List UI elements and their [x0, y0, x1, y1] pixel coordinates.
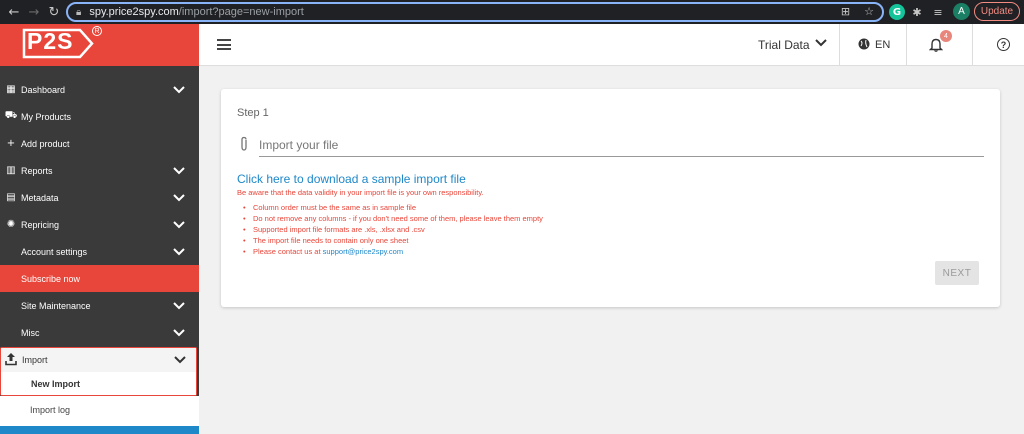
grammarly-extension-icon[interactable]: G	[889, 4, 905, 20]
lightbulb-icon: ✺	[6, 219, 16, 230]
step-label: Step 1	[237, 107, 269, 119]
plus-icon: +	[6, 138, 16, 149]
support-email-link[interactable]: support@price2spy.com	[323, 247, 403, 256]
validity-warning: Be aware that the data validity in your …	[237, 188, 484, 197]
update-button[interactable]: Update	[974, 2, 1020, 21]
logo-text: P2S	[27, 28, 74, 54]
star-icon[interactable]: ☆	[864, 5, 874, 18]
browser-toolbar: ← → ↻ 🔒︎ spy.price2spy.com/import?page=n…	[0, 0, 1024, 24]
sidebar-item-reports[interactable]: ▥ Reports	[0, 157, 199, 184]
url-host: spy.price2spy.com	[89, 6, 179, 18]
lock-icon: 🔒︎	[76, 6, 82, 18]
help-icon[interactable]: ?	[997, 38, 1010, 51]
chevron-down-icon[interactable]	[174, 356, 186, 364]
chevron-down-icon[interactable]	[173, 220, 185, 229]
reload-icon[interactable]: ↻	[44, 2, 64, 22]
paperclip-icon[interactable]	[239, 136, 249, 152]
chevron-down-icon[interactable]	[173, 328, 185, 337]
basket-icon: ⛟	[4, 110, 18, 121]
dashboard-icon: ▦	[6, 84, 16, 95]
sidebar-item-account-settings[interactable]: Account settings	[0, 238, 199, 265]
sidebar-item-label: Metadata	[21, 192, 59, 203]
sidebar-item-label: Site Maintenance	[21, 300, 91, 311]
reading-list-icon[interactable]: ≡	[931, 3, 945, 21]
chevron-down-icon[interactable]	[173, 193, 185, 202]
list-item: Do not remove any columns - if you don't…	[243, 213, 543, 224]
sidebar-footer-strip	[0, 426, 199, 434]
qr-code-icon[interactable]: ⊞	[841, 5, 850, 18]
sidebar-item-label: Repricing	[21, 219, 60, 230]
forward-arrow-icon[interactable]: →	[24, 2, 44, 22]
list-item: Supported import file formats are .xls, …	[243, 224, 543, 235]
sidebar-item-label: Subscribe now	[21, 273, 81, 284]
logo-area[interactable]: P2S R	[0, 24, 199, 66]
globe-icon[interactable]	[858, 38, 870, 50]
chevron-down-icon[interactable]	[173, 247, 185, 256]
back-arrow-icon[interactable]: ←	[4, 2, 24, 22]
chevron-down-icon[interactable]	[173, 166, 185, 175]
next-button[interactable]: NEXT	[935, 261, 979, 285]
chevron-down-icon[interactable]	[815, 36, 827, 50]
extensions-puzzle-icon[interactable]: ✱	[910, 3, 924, 21]
sidebar-item-label: Dashboard	[21, 84, 66, 95]
sidebar-item-subscribe-now[interactable]: Subscribe now	[0, 265, 199, 292]
registered-mark: R	[92, 26, 102, 36]
sidebar-item-label: Account settings	[21, 246, 88, 257]
bar-chart-icon: ▥	[6, 165, 16, 176]
chevron-down-icon[interactable]	[173, 301, 185, 310]
sidebar-item-label: My Products	[21, 111, 72, 122]
sidebar-item-my-products[interactable]: ⛟ My Products	[0, 103, 199, 130]
sidebar-item-label: New Import	[31, 378, 81, 389]
sidebar-item-dashboard[interactable]: ▦ Dashboard	[0, 76, 199, 103]
import-file-input[interactable]	[259, 133, 984, 157]
sidebar-item-label: Reports	[21, 165, 53, 176]
table-icon: ▤	[6, 192, 16, 203]
sidebar-item-new-import[interactable]: New Import	[1, 372, 196, 395]
profile-avatar[interactable]: A	[953, 3, 970, 20]
list-item: The import file needs to contain only on…	[243, 235, 543, 246]
sidebar-item-site-maintenance[interactable]: Site Maintenance	[0, 292, 199, 319]
sidebar-item-import[interactable]: Import	[1, 348, 196, 372]
import-card: Step 1 Click here to download a sample i…	[221, 89, 1000, 307]
contact-prefix: Please contact us at	[253, 247, 321, 256]
import-menu-group: Import New Import	[0, 347, 197, 396]
sidebar-item-import-log[interactable]: Import log	[0, 398, 199, 422]
sidebar-item-repricing[interactable]: ✺ Repricing	[0, 211, 199, 238]
notification-count-badge: 4	[940, 30, 952, 42]
sidebar-item-metadata[interactable]: ▤ Metadata	[0, 184, 199, 211]
download-sample-link[interactable]: Click here to download a sample import f…	[237, 172, 466, 186]
top-bar: Trial Data EN 4 ?	[199, 24, 1024, 66]
sidebar-item-label: Add product	[21, 138, 70, 149]
list-item: Please contact us at support@price2spy.c…	[243, 246, 543, 257]
sidebar-item-label: Misc	[21, 327, 40, 338]
language-selector[interactable]: EN	[875, 39, 890, 51]
chevron-down-icon[interactable]	[173, 85, 185, 94]
sidebar-item-add-product[interactable]: + Add product	[0, 130, 199, 157]
list-item: Column order must be the same as in samp…	[243, 202, 543, 213]
sidebar: ▦ Dashboard ⛟ My Products + Add product …	[0, 66, 199, 434]
hamburger-menu-icon[interactable]	[217, 39, 231, 50]
upload-icon	[5, 353, 17, 366]
import-rules-list: Column order must be the same as in samp…	[243, 202, 543, 257]
sidebar-item-label: Import	[22, 355, 48, 365]
address-bar[interactable]: 🔒︎ spy.price2spy.com/import?page=new-imp…	[66, 2, 884, 22]
trial-data-label[interactable]: Trial Data	[758, 38, 810, 52]
sidebar-item-misc[interactable]: Misc	[0, 319, 199, 346]
url-path: /import?page=new-import	[178, 6, 304, 18]
sidebar-item-label: Import log	[30, 405, 71, 415]
